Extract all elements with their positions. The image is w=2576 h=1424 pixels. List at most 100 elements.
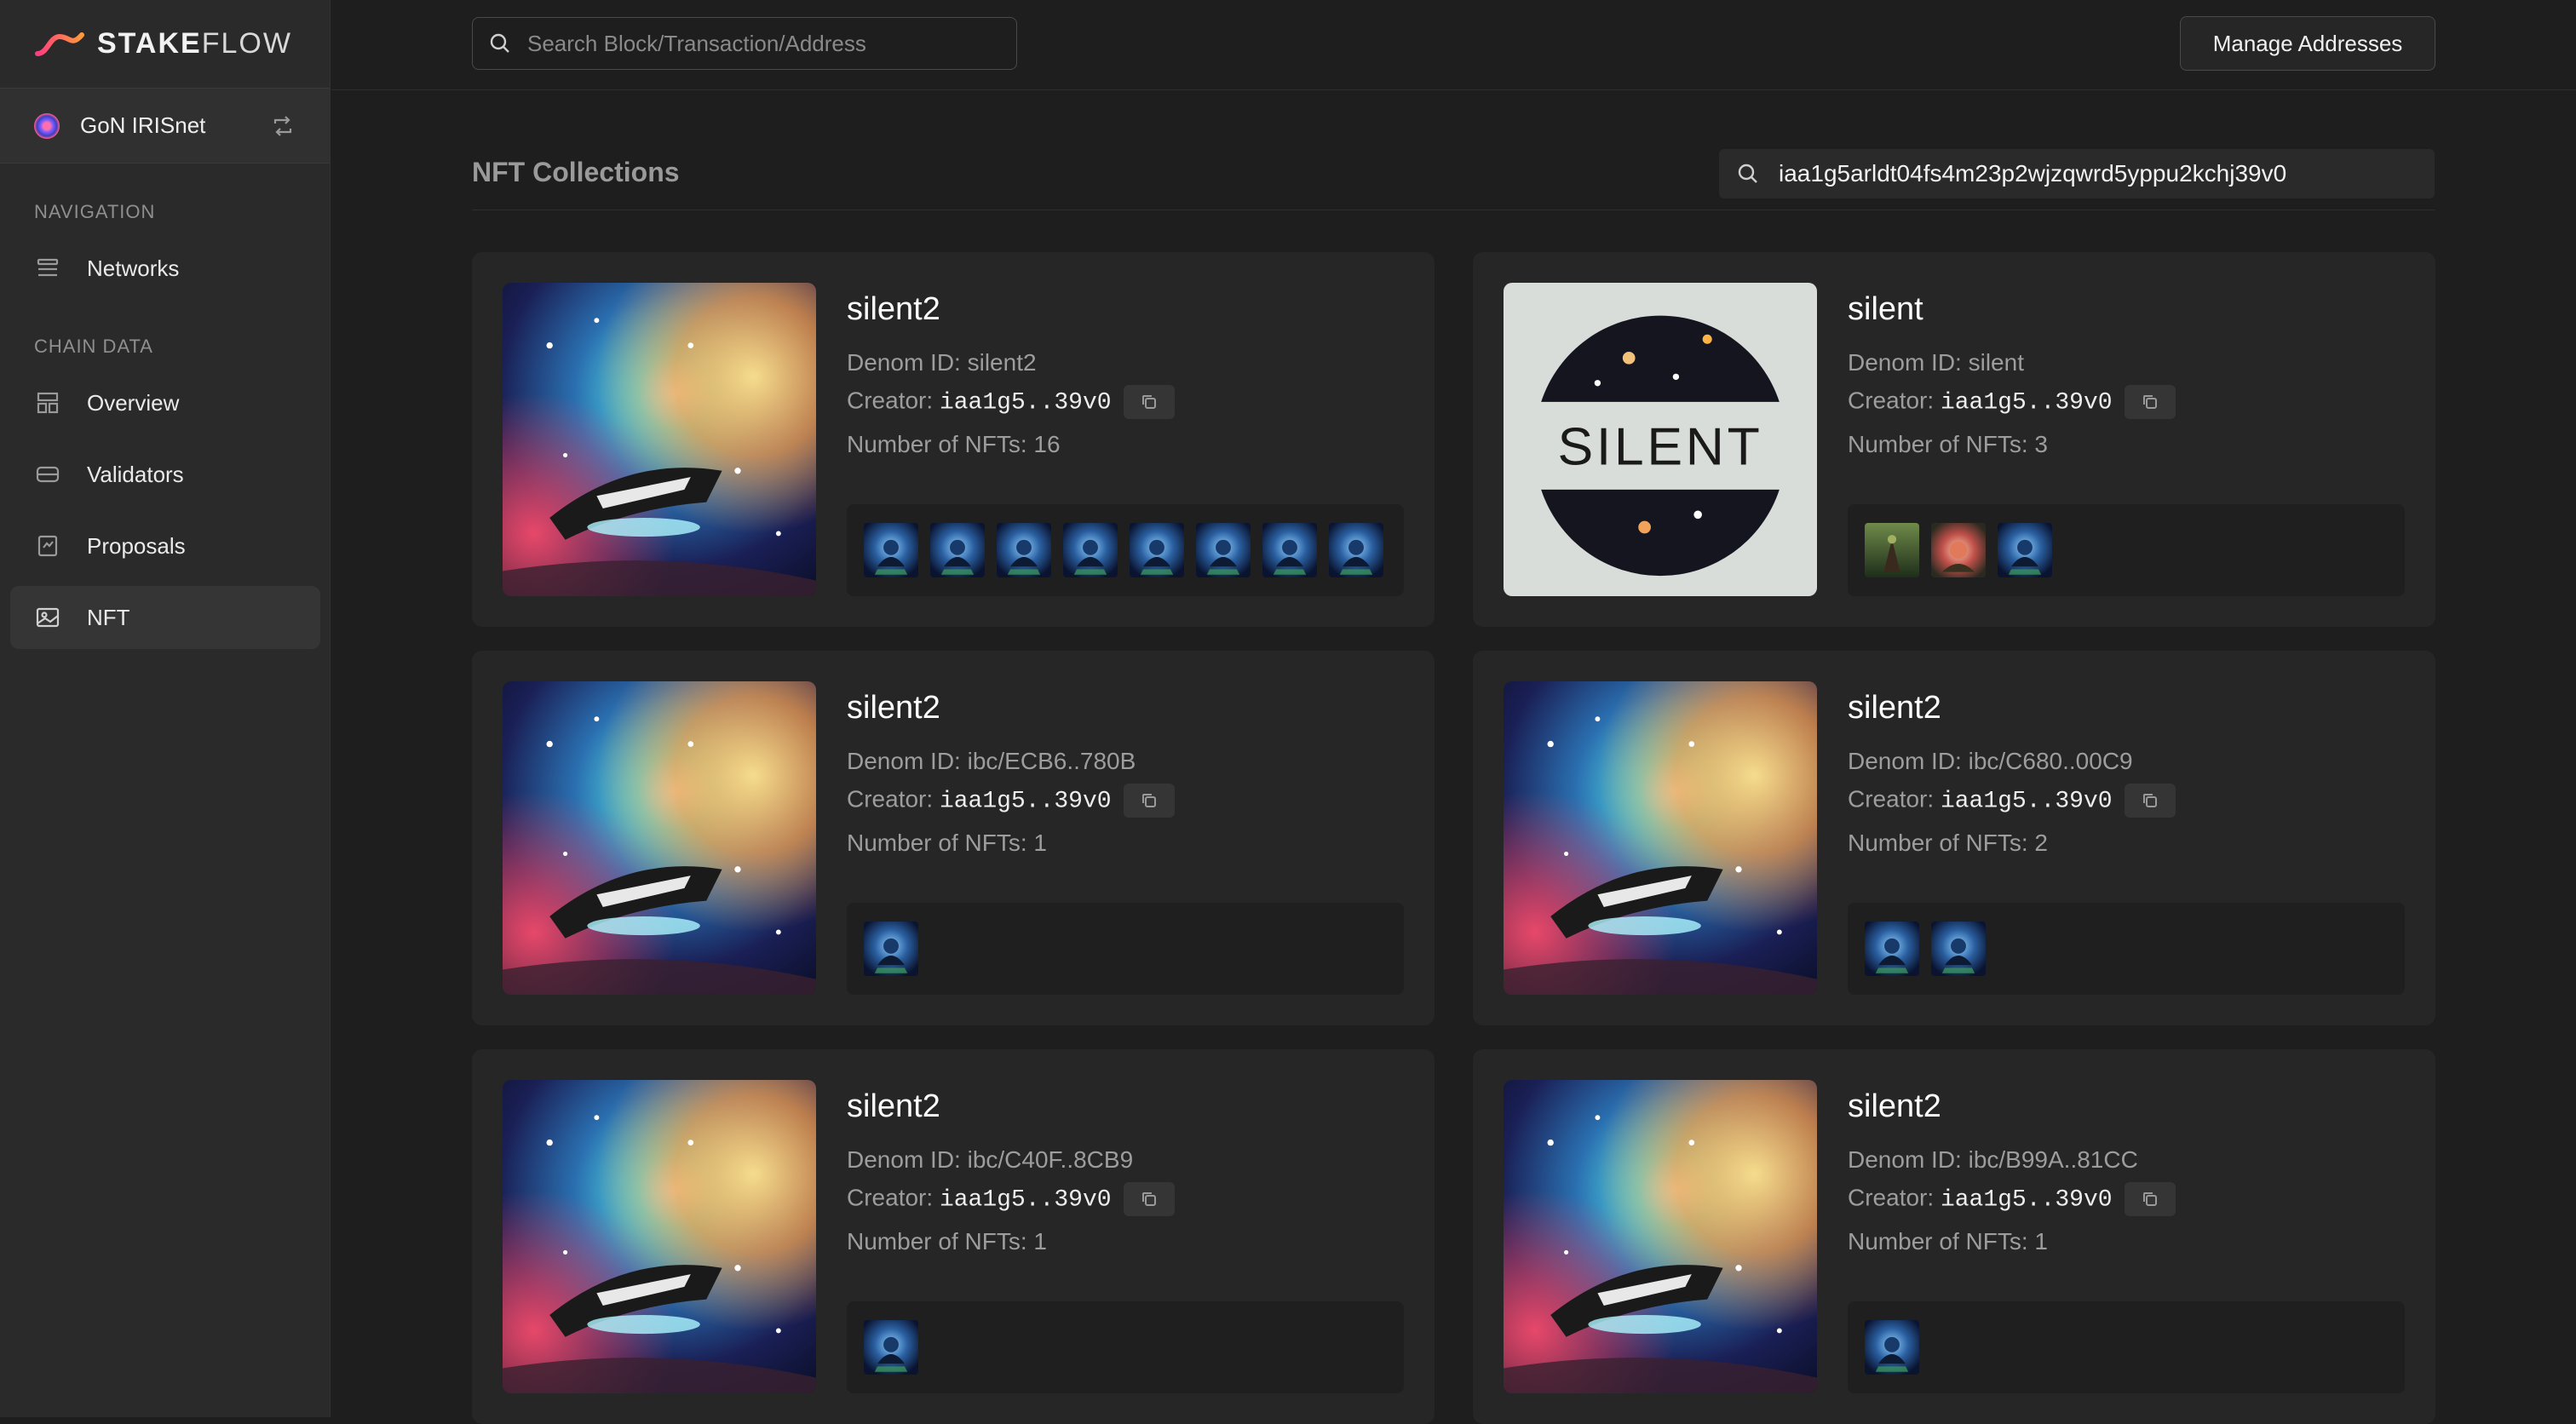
collection-cover-image [503,681,816,995]
creator-label: Creator: [847,1184,940,1211]
nft-count-value: 2 [2034,830,2048,856]
search-input[interactable] [526,29,1003,58]
collection-name: silent2 [847,291,940,327]
creator-row: Creator: iaa1g5..39v0 [847,1182,1175,1216]
nft-thumbnail[interactable] [1196,523,1251,577]
creator-label: Creator: [847,387,940,414]
creator-address: iaa1g5..39v0 [1940,1186,2113,1214]
sidebar-item-nft[interactable]: NFT [10,586,320,649]
denom-value: silent [1968,349,2024,376]
copy-address-button[interactable] [1123,784,1175,818]
switch-network-icon[interactable] [270,115,296,137]
creator-label: Creator: [1848,387,1941,414]
nft-thumbnail[interactable] [1329,523,1383,577]
collection-card[interactable]: silent2 Denom ID: ibc/ECB6..780B Creator: … [472,651,1435,1025]
creator-address: iaa1g5..39v0 [939,788,1112,815]
collection-card[interactable]: silent2 Denom ID: ibc/C40F..8CB9 Creator: … [472,1049,1435,1424]
denom-value: ibc/C680..00C9 [1968,748,2133,774]
copy-address-button[interactable] [1123,1182,1175,1216]
nft-thumbnail-strip [847,1301,1404,1393]
denom-value: ibc/C40F..8CB9 [967,1146,1134,1173]
network-selector[interactable]: GoN IRISnet [0,89,330,164]
nft-count: Number of NFTs: 1 [847,830,1047,857]
global-search[interactable] [472,17,1017,70]
svg-text:SILENT: SILENT [1557,416,1762,476]
nft-thumbnail-strip [1848,1301,2405,1393]
collection-cover-image [503,283,816,596]
copy-icon [2142,794,2157,807]
sidebar-item-label: NFT [87,604,130,630]
top-bar: Manage Addresses [331,0,2576,90]
nft-count-label: Number of NFTs: [847,1228,1034,1255]
sidebar-item-label: Networks [87,255,180,281]
sidebar-item-label: Proposals [87,532,186,559]
creator-label: Creator: [1848,785,1941,812]
collection-cover-image [1504,1080,1817,1393]
copy-icon [1141,794,1156,807]
nft-count-value: 1 [1033,1228,1047,1255]
nft-thumbnail[interactable] [864,523,918,577]
sidebar-item-validators[interactable]: Validators [10,443,320,506]
brand-logo[interactable]: STAKE FLOW [0,0,330,89]
nft-thumbnail[interactable] [1998,523,2052,577]
sidebar-item-proposals[interactable]: Proposals [10,514,320,577]
nft-count: Number of NFTs: 1 [1848,1228,2048,1255]
collection-cover-image: SILENT [1504,283,1817,596]
network-name: GoN IRISnet [80,112,206,138]
denom-id: Denom ID: ibc/C40F..8CB9 [847,1146,1133,1174]
nft-thumbnail[interactable] [1262,523,1317,577]
nft-thumbnail[interactable] [1931,922,1986,976]
nft-count-label: Number of NFTs: [847,830,1034,856]
collection-card[interactable]: silent2 Denom ID: ibc/C680..00C9 Creator: … [1473,651,2435,1025]
nft-count: Number of NFTs: 16 [847,431,1061,458]
nft-count-label: Number of NFTs: [1848,830,2035,856]
copy-address-button[interactable] [2124,1182,2176,1216]
page-title: NFT Collections [472,157,680,187]
nft-thumbnail[interactable] [930,523,985,577]
nav-section-chain-data: CHAIN DATA [34,336,153,357]
nft-thumbnail[interactable] [864,922,918,976]
collection-name: silent2 [847,1088,940,1124]
nft-thumbnail[interactable] [1130,523,1184,577]
nft-thumbnail[interactable] [997,523,1051,577]
creator-row: Creator: iaa1g5..39v0 [1848,784,2176,818]
list-icon [37,258,59,277]
proposal-icon [37,535,58,557]
address-filter-input[interactable] [1777,159,2424,188]
irisnet-icon [34,112,60,139]
brand-name-light: FLOW [201,27,292,60]
collection-card[interactable]: silent2 Denom ID: silent2 Creator: iaa1g5.… [472,252,1435,627]
denom-value: silent2 [967,349,1037,376]
creator-address: iaa1g5..39v0 [1940,788,2113,815]
collection-card[interactable]: silent2 Denom ID: ibc/B99A..81CC Creator: … [1473,1049,2435,1424]
denom-label: Denom ID: [847,748,968,774]
manage-addresses-button[interactable]: Manage Addresses [2180,16,2435,71]
sidebar-item-networks[interactable]: Networks [10,237,320,300]
denom-label: Denom ID: [1848,748,1969,774]
address-filter[interactable] [1719,149,2435,198]
nft-thumbnail[interactable] [864,1320,918,1375]
nft-count-value: 1 [2034,1228,2048,1255]
nft-count-label: Number of NFTs: [1848,1228,2035,1255]
denom-id: Denom ID: ibc/C680..00C9 [1848,748,2133,775]
nft-thumbnail[interactable] [1865,1320,1919,1375]
copy-address-button[interactable] [1123,385,1175,419]
creator-row: Creator: iaa1g5..39v0 [1848,1182,2176,1216]
stakeflow-logo-icon [35,32,84,56]
nft-count-value: 16 [1033,431,1061,457]
denom-id: Denom ID: silent [1848,349,2024,376]
nft-thumbnail[interactable] [1865,922,1919,976]
nft-thumbnail[interactable] [1931,523,1986,577]
copy-address-button[interactable] [2124,385,2176,419]
collection-name: silent2 [847,690,940,726]
creator-label: Creator: [1848,1184,1941,1211]
nft-thumbnail[interactable] [1063,523,1118,577]
nft-thumbnail[interactable] [1865,523,1919,577]
creator-address: iaa1g5..39v0 [939,1186,1112,1214]
denom-label: Denom ID: [847,1146,968,1173]
server-icon [36,466,60,483]
brand-name-bold: STAKE [97,27,202,60]
collection-card[interactable]: SILENT silent Denom ID: silent Creator: iaa… [1473,252,2435,627]
copy-address-button[interactable] [2124,784,2176,818]
sidebar-item-overview[interactable]: Overview [10,371,320,434]
